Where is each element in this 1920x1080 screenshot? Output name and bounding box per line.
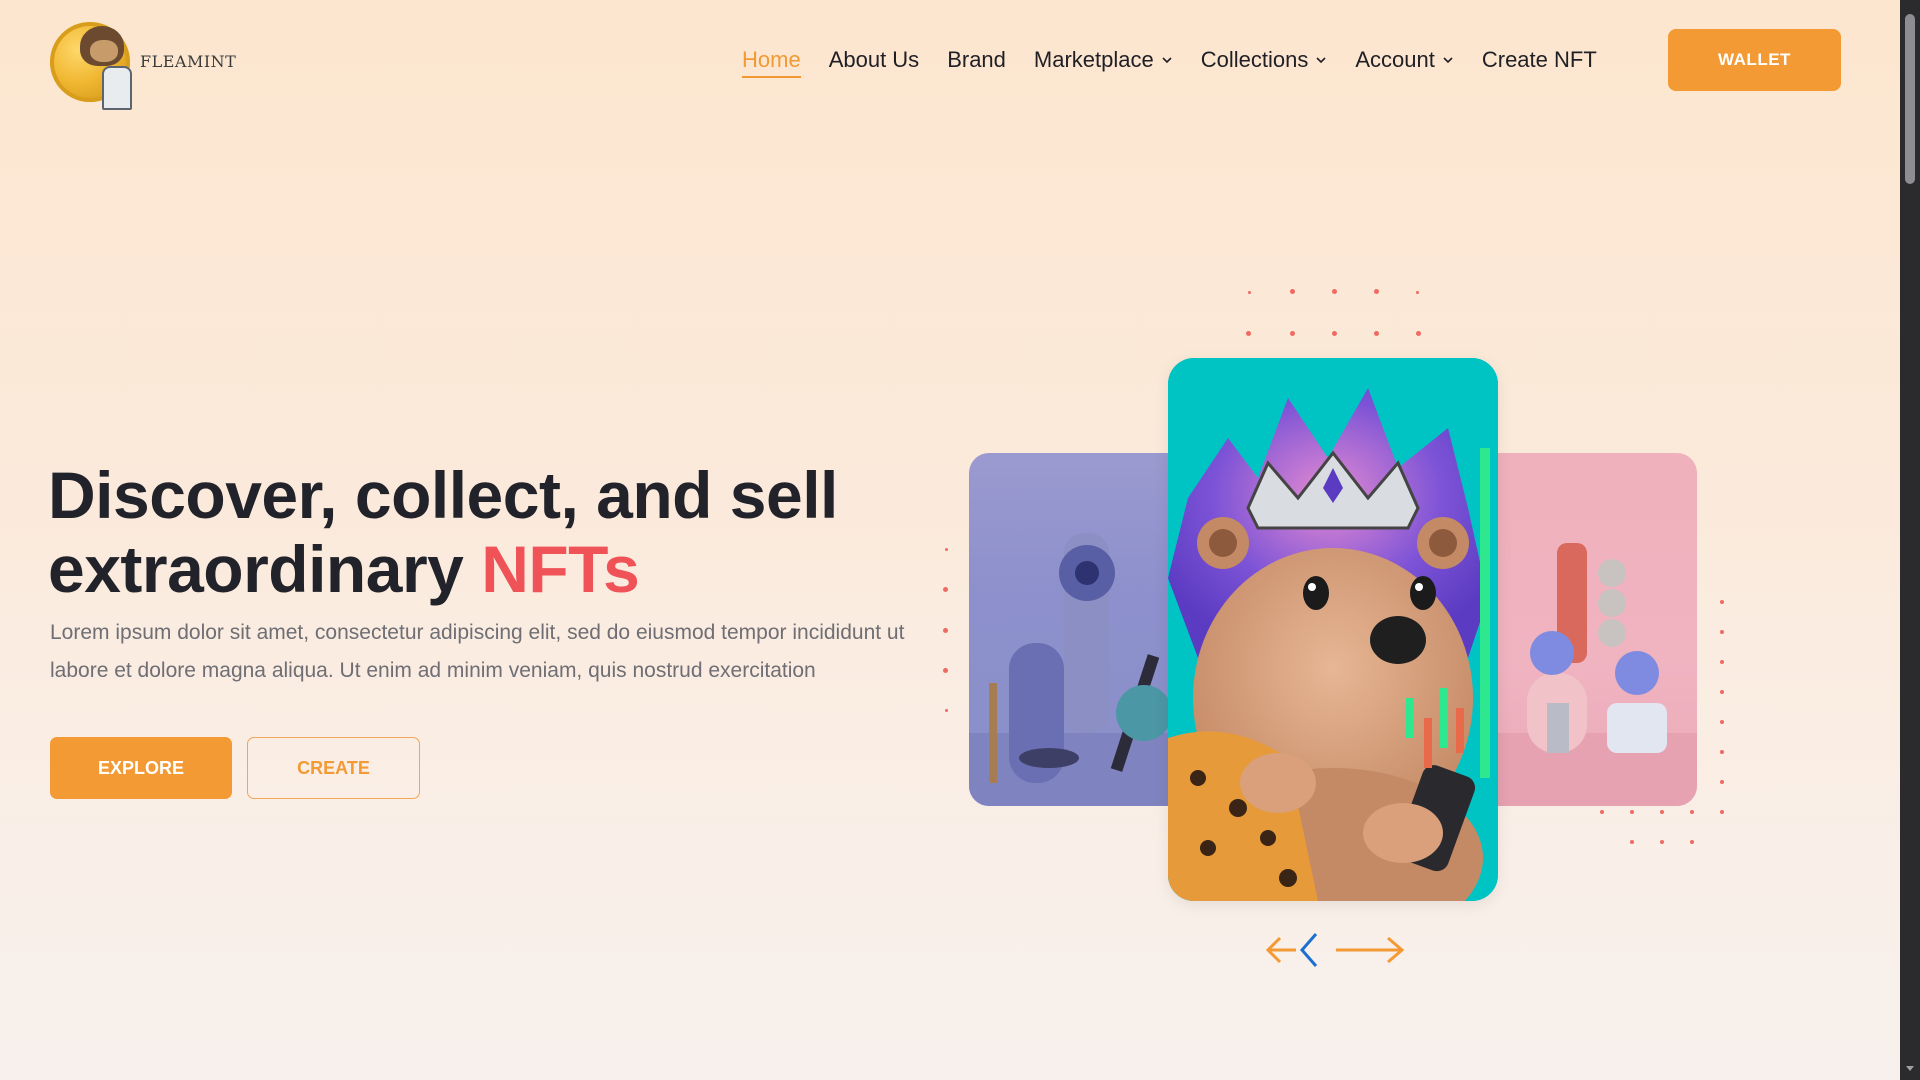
nav-item-label: Marketplace <box>1033 47 1154 72</box>
scrollbar-thumb[interactable] <box>1905 14 1915 184</box>
main-nav: Home About Us Brand Marketplace Collecti… <box>742 40 1625 80</box>
hero-description: Lorem ipsum dolor sit amet, consectetur … <box>50 621 905 682</box>
scroll-down-arrow-icon[interactable] <box>1904 1062 1916 1074</box>
chevron-down-icon <box>1162 57 1172 64</box>
arrow-right-icon[interactable] <box>1334 930 1406 970</box>
ape-coin-logo-icon <box>50 22 132 110</box>
nav-item-about-us[interactable]: About Us <box>829 40 920 80</box>
brand-name: FLEAMINT <box>140 52 237 71</box>
wallet-button[interactable]: WALLET <box>1668 29 1841 91</box>
hedgehog-king-image <box>1168 358 1498 901</box>
chevron-down-icon <box>1316 57 1326 64</box>
nav-item-home[interactable]: Home <box>742 40 801 80</box>
chevron-down-icon <box>1443 57 1453 64</box>
nav-item-create-nft[interactable]: Create NFT <box>1482 40 1597 80</box>
nav-item-label: Account <box>1355 47 1435 72</box>
abstract-sculpture-image <box>969 533 1179 806</box>
nft-card-abstract-vacuum[interactable] <box>969 453 1179 806</box>
page-scrollbar[interactable] <box>1900 0 1920 1080</box>
explore-button[interactable]: EXPLORE <box>50 737 232 799</box>
nav-item-account[interactable]: Account <box>1355 40 1454 80</box>
arrow-left-icon[interactable] <box>1266 926 1328 974</box>
hero-title-accent: NFTs <box>481 532 640 606</box>
nav-item-label: Home <box>742 47 801 72</box>
hero-title-main: Discover, collect, and sell extraordinar… <box>48 458 838 606</box>
site-header: FLEAMINT Home About Us Brand Marketplace… <box>0 0 1900 120</box>
nav-item-label: About Us <box>828 47 920 72</box>
brand-logo[interactable]: FLEAMINT <box>50 20 236 110</box>
abstract-pink-sculpture-image <box>1497 543 1697 806</box>
nav-item-brand[interactable]: Brand <box>947 40 1006 80</box>
nav-item-marketplace[interactable]: Marketplace <box>1034 40 1173 80</box>
nav-item-label: Brand <box>947 47 1006 72</box>
nft-card-abstract-pink[interactable] <box>1497 453 1697 806</box>
nav-item-collections[interactable]: Collections <box>1201 40 1328 80</box>
hero-title: Discover, collect, and sell extraordinar… <box>48 458 928 606</box>
nav-item-label: Create NFT <box>1481 47 1597 72</box>
create-button[interactable]: CREATE <box>247 737 420 799</box>
nav-item-label: Collections <box>1200 47 1309 72</box>
nft-card-hedgehog-king[interactable] <box>1168 358 1498 901</box>
